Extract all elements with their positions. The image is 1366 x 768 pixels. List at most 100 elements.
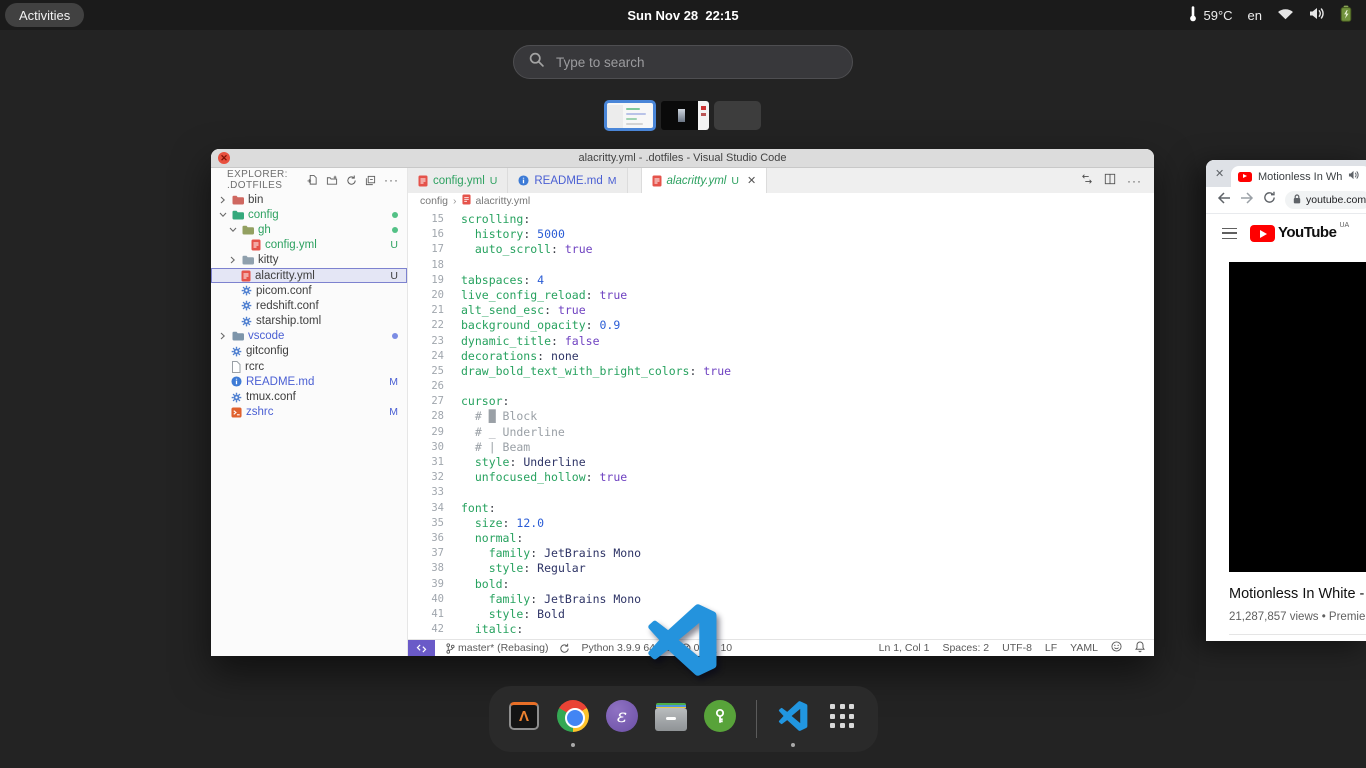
folder-red-icon <box>232 195 244 205</box>
dock-item-app-grid[interactable] <box>824 697 860 741</box>
volume-icon[interactable] <box>1309 7 1325 23</box>
breadcrumb-folder[interactable]: config <box>420 195 448 207</box>
dock-item-chrome[interactable] <box>555 697 591 741</box>
tree-item-zshrc[interactable]: zshrcM <box>211 405 407 420</box>
dock-item-emacs[interactable]: ε <box>604 697 640 741</box>
tree-item-gh[interactable]: gh <box>211 222 407 237</box>
workspace-thumbnail-2[interactable] <box>661 101 709 130</box>
tree-item-bin[interactable]: bin <box>211 192 407 207</box>
encoding[interactable]: UTF-8 <box>1002 642 1032 654</box>
tree-item-picom.conf[interactable]: picom.conf <box>211 283 407 298</box>
activities-button[interactable]: Activities <box>5 3 84 27</box>
youtube-play-icon <box>1250 225 1275 242</box>
keyboard-layout[interactable]: en <box>1248 8 1262 23</box>
more-actions-icon[interactable]: ··· <box>384 176 399 184</box>
notifications-bell-icon[interactable] <box>1135 641 1145 656</box>
language-mode[interactable]: YAML <box>1070 642 1098 654</box>
new-file-icon[interactable] <box>307 174 318 186</box>
system-indicators[interactable]: 59°C en <box>1188 5 1366 25</box>
remote-indicator[interactable] <box>408 640 435 656</box>
folder-olive-icon <box>242 225 254 235</box>
chrome-toolbar: youtube.com/wa <box>1206 187 1366 214</box>
tree-item-config.yml[interactable]: config.ymlU <box>211 238 407 253</box>
new-folder-icon[interactable] <box>326 175 338 186</box>
tab-audio-icon[interactable] <box>1348 170 1359 183</box>
git-status-dot <box>392 212 398 218</box>
split-editor-icon[interactable] <box>1104 172 1116 190</box>
git-status-dot <box>392 333 398 339</box>
video-player[interactable] <box>1229 262 1366 572</box>
tab-close-icon[interactable]: ✕ <box>747 174 756 187</box>
indentation[interactable]: Spaces: 2 <box>942 642 989 654</box>
youtube-logo[interactable]: YouTube UA <box>1250 224 1349 242</box>
dock-item-vscode[interactable] <box>775 697 811 741</box>
tree-item-vscode[interactable]: vscode <box>211 329 407 344</box>
tree-item-README.md[interactable]: README.mdM <box>211 374 407 389</box>
code-line: 25draw_bold_text_with_bright_colors: tru… <box>408 364 1154 379</box>
info-icon <box>518 175 529 186</box>
dock-item-files[interactable] <box>653 697 689 741</box>
tree-item-starship.toml[interactable]: starship.toml <box>211 314 407 329</box>
status-bar: master* (Rebasing) Python 3.9.9 64-bit 0… <box>408 639 1154 656</box>
keys-icon <box>703 699 737 733</box>
dock-item-keys[interactable] <box>702 697 738 741</box>
battery-charging-icon[interactable] <box>1340 5 1352 25</box>
forward-icon[interactable] <box>1240 191 1254 209</box>
back-icon[interactable] <box>1217 191 1231 209</box>
yaml-icon <box>652 175 662 187</box>
reload-icon[interactable] <box>1263 191 1276 209</box>
dock-item-alacritty[interactable]: Λ <box>506 697 542 741</box>
window-close-button[interactable]: ✕ <box>218 152 230 164</box>
wifi-icon[interactable] <box>1277 7 1294 23</box>
gear-icon <box>241 300 252 311</box>
sync-icon[interactable] <box>559 643 570 654</box>
menu-hamburger-icon[interactable] <box>1222 228 1237 239</box>
tree-item-alacritty.yml[interactable]: alacritty.ymlU <box>211 268 407 283</box>
search-bar[interactable] <box>513 45 853 79</box>
vscode-window: ✕ alacritty.yml - .dotfiles - Visual Stu… <box>211 149 1154 656</box>
address-bar[interactable]: youtube.com/wa <box>1285 191 1366 209</box>
tree-item-rcrc[interactable]: rcrc <box>211 359 407 374</box>
code-editor[interactable]: 15scrolling:16 history: 500017 auto_scro… <box>408 209 1154 639</box>
editor-tab-alacritty.yml[interactable]: alacritty.ymlU✕ <box>641 168 768 193</box>
tree-item-redshift.conf[interactable]: redshift.conf <box>211 298 407 313</box>
search-input[interactable] <box>554 54 834 71</box>
breadcrumb-file[interactable]: alacritty.yml <box>476 195 531 207</box>
toggle-changes-icon[interactable] <box>1081 172 1093 190</box>
breadcrumb[interactable]: config › alacritty.yml <box>408 193 1154 209</box>
feedback-icon[interactable] <box>1111 641 1122 655</box>
editor-tab-config.yml[interactable]: config.ymlU <box>408 168 508 193</box>
chrome-active-tab[interactable]: Motionless In White - / <box>1231 166 1366 187</box>
git-status-badge: M <box>389 376 398 388</box>
tree-item-kitty[interactable]: kitty <box>211 253 407 268</box>
explorer-tree: binconfigghconfig.ymlUkittyalacritty.yml… <box>211 192 407 420</box>
workspace-thumbnail-1[interactable] <box>604 100 656 131</box>
tab-close-icon[interactable]: ✕ <box>1215 167 1224 180</box>
vscode-titlebar[interactable]: ✕ alacritty.yml - .dotfiles - Visual Stu… <box>211 149 1154 168</box>
code-line: 16 history: 5000 <box>408 227 1154 242</box>
code-line: 36 normal: <box>408 531 1154 546</box>
refresh-icon[interactable] <box>346 175 357 186</box>
alacritty-icon: Λ <box>507 699 541 733</box>
yaml-icon <box>241 270 251 282</box>
code-line: 22background_opacity: 0.9 <box>408 318 1154 333</box>
more-editor-actions-icon[interactable]: ··· <box>1127 177 1142 185</box>
chevron-right-icon <box>219 332 228 340</box>
chrome-icon <box>556 699 590 733</box>
tree-item-tmux.conf[interactable]: tmux.conf <box>211 389 407 404</box>
tree-item-gitconfig[interactable]: gitconfig <box>211 344 407 359</box>
collapse-folders-icon[interactable] <box>365 175 376 186</box>
search-icon <box>529 52 544 72</box>
tree-item-config[interactable]: config <box>211 207 407 222</box>
files-icon <box>654 699 688 733</box>
clock[interactable]: Sun Nov 28 22:15 <box>627 8 738 23</box>
eol-sequence[interactable]: LF <box>1045 642 1057 654</box>
git-branch-status[interactable]: master* (Rebasing) <box>446 642 548 654</box>
workspace-thumbnail-3[interactable] <box>714 101 761 130</box>
folder-slate-icon <box>232 331 244 341</box>
code-line: 38 style: Regular <box>408 561 1154 576</box>
app-grid-icon <box>825 699 859 733</box>
youtube-country-badge: UA <box>1339 222 1349 229</box>
cursor-position[interactable]: Ln 1, Col 1 <box>879 642 930 654</box>
editor-tab-README.md[interactable]: README.mdM <box>508 168 627 193</box>
